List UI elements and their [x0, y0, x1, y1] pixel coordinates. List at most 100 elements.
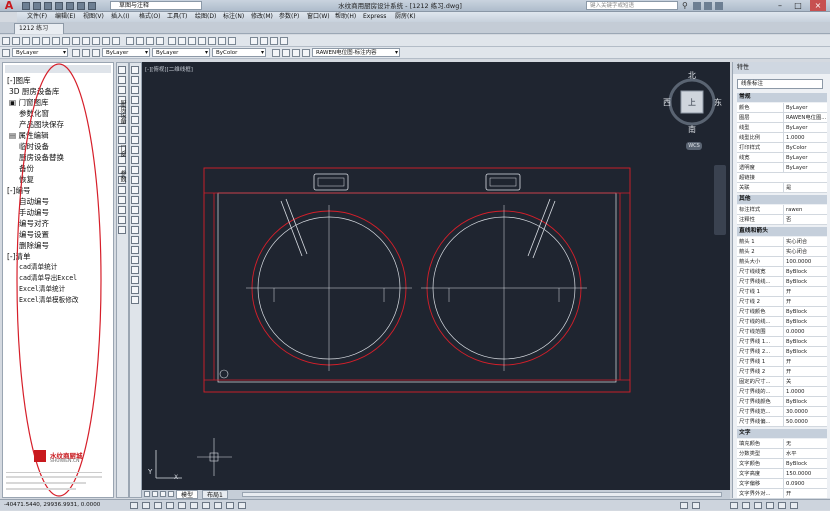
modify-tool-icon[interactable] — [131, 266, 139, 274]
props-value[interactable]: ByLayer — [783, 153, 826, 163]
viewcube-top-label[interactable]: 上 — [688, 97, 696, 108]
prev-tab-icon[interactable] — [152, 491, 158, 497]
print-icon[interactable] — [66, 2, 74, 10]
modify-tool-icon[interactable] — [131, 136, 139, 144]
props-value[interactable]: 实心闭合 — [783, 237, 826, 247]
preview-icon[interactable] — [42, 37, 50, 45]
zoom-window-icon[interactable] — [146, 37, 154, 45]
props-value[interactable]: ByBlock — [783, 307, 826, 317]
document-tab[interactable]: 1212 练习 — [14, 23, 64, 34]
props-row[interactable]: 打印样式 ByColor — [737, 143, 827, 153]
model-space-icon[interactable] — [680, 502, 688, 509]
modify-tool-icon[interactable] — [131, 186, 139, 194]
palette-tab-label[interactable]: 参数 — [117, 170, 127, 190]
draw-tool-icon[interactable] — [118, 86, 126, 94]
props-value[interactable]: 1.0000 — [783, 387, 826, 397]
draw-tool-icon[interactable] — [118, 196, 126, 204]
modify-tool-icon[interactable] — [131, 276, 139, 284]
object-snap-icon[interactable] — [178, 502, 186, 509]
menu-view[interactable]: 视图(V) — [83, 12, 104, 22]
modify-tool-icon[interactable] — [131, 116, 139, 124]
props-section-header[interactable]: 直线和箭头 — [737, 227, 827, 236]
menu-insert[interactable]: 插入(I) — [111, 12, 129, 22]
layer-freeze-icon[interactable] — [282, 49, 290, 57]
draw-tool-icon[interactable] — [118, 76, 126, 84]
modify-tool-icon[interactable] — [131, 86, 139, 94]
props-value[interactable]: 无 — [783, 439, 826, 449]
cut-icon[interactable] — [62, 37, 70, 45]
layer-lock-icon[interactable] — [292, 49, 300, 57]
props-row[interactable]: 文字颜色 ByBlock — [737, 459, 827, 469]
props-value[interactable]: 否 — [783, 215, 826, 225]
color-select[interactable]: ByLayer — [102, 48, 150, 57]
next-tab-icon[interactable] — [160, 491, 166, 497]
menu-parametric[interactable]: 参数(P) — [279, 12, 299, 22]
props-row[interactable]: 尺寸线线宽 ByBlock — [737, 267, 827, 277]
properties-icon[interactable] — [168, 37, 176, 45]
modify-tool-icon[interactable] — [131, 146, 139, 154]
modify-tool-icon[interactable] — [131, 246, 139, 254]
modify-tool-icon[interactable] — [131, 76, 139, 84]
props-value[interactable]: 1.0000 — [783, 133, 826, 143]
props-value[interactable]: ByLayer — [783, 123, 826, 133]
modify-tool-icon[interactable] — [131, 196, 139, 204]
layer-select[interactable]: ByLayer — [12, 48, 68, 57]
props-section-header[interactable]: 其他 — [737, 195, 827, 204]
compass-south[interactable]: 南 — [688, 124, 696, 135]
draw-tool-icon[interactable] — [118, 206, 126, 214]
props-row[interactable]: 箭头大小 100.0000 — [737, 257, 827, 267]
props-row[interactable]: 尺寸界线线... ByBlock — [737, 277, 827, 287]
menu-modify[interactable]: 修改(M) — [251, 12, 273, 22]
props-value[interactable]: ByBlock — [783, 459, 826, 469]
open-icon[interactable] — [12, 37, 20, 45]
props-value[interactable]: ByBlock — [783, 317, 826, 327]
palette-tab-label[interactable]: 厨房设备 — [117, 100, 127, 140]
props-row[interactable]: 尺寸界线 2... ByBlock — [737, 347, 827, 357]
props-row[interactable]: 尺寸界线范... 30.0000 — [737, 407, 827, 417]
save-icon[interactable] — [22, 37, 30, 45]
menu-express[interactable]: Express — [363, 12, 386, 22]
props-row[interactable]: 线宽 ByLayer — [737, 153, 827, 163]
multileader-style-icon[interactable] — [280, 37, 288, 45]
layer-off-icon[interactable] — [302, 49, 310, 57]
menu-window[interactable]: 窗口(W) — [307, 12, 330, 22]
menu-tools[interactable]: 工具(T) — [167, 12, 187, 22]
props-row[interactable]: 尺寸界线 1 开 — [737, 357, 827, 367]
props-row[interactable]: 尺寸界线 2 开 — [737, 367, 827, 377]
palette-tab-label[interactable]: 门窗 — [117, 145, 127, 165]
help-icon[interactable] — [228, 37, 236, 45]
quick-view-icon[interactable] — [692, 502, 700, 509]
menu-file[interactable]: 文件(F) — [27, 12, 47, 22]
grid-display-icon[interactable] — [142, 502, 150, 509]
props-value[interactable]: ByBlock — [783, 347, 826, 357]
props-row[interactable]: 尺寸线 1 开 — [737, 287, 827, 297]
props-row[interactable]: 箭头 1 实心闭合 — [737, 237, 827, 247]
props-row[interactable]: 尺寸界线偏... 50.0000 — [737, 417, 827, 427]
layer-previous-icon[interactable] — [82, 49, 90, 57]
design-center-icon[interactable] — [178, 37, 186, 45]
draw-tool-icon[interactable] — [118, 226, 126, 234]
dim-style-icon[interactable] — [260, 37, 268, 45]
props-row[interactable]: 尺寸线范围 0.0000 — [737, 327, 827, 337]
props-value[interactable]: 100.0000 — [783, 257, 826, 267]
first-tab-icon[interactable] — [144, 491, 150, 497]
undo-icon[interactable] — [102, 37, 110, 45]
props-row[interactable]: 填充颜色 无 — [737, 439, 827, 449]
lock-ui-icon[interactable] — [754, 502, 762, 509]
search-input[interactable]: 键入关键字或短语 — [586, 1, 678, 10]
search-icon[interactable]: ⚲ — [682, 2, 690, 10]
menu-draw[interactable]: 绘图(D) — [195, 12, 216, 22]
props-row[interactable]: 文字高度 150.0000 — [737, 469, 827, 479]
modify-tool-icon[interactable] — [131, 296, 139, 304]
props-row[interactable]: 尺寸界线 1... ByBlock — [737, 337, 827, 347]
props-row[interactable]: 尺寸界线颜色 ByBlock — [737, 397, 827, 407]
quickcalc-icon[interactable] — [218, 37, 226, 45]
props-row[interactable]: 尺寸界线的... 1.0000 — [737, 387, 827, 397]
dynamic-input-icon[interactable] — [214, 502, 222, 509]
polar-tracking-icon[interactable] — [166, 502, 174, 509]
make-current-icon[interactable] — [72, 49, 80, 57]
modify-tool-icon[interactable] — [131, 226, 139, 234]
props-row[interactable]: 颜色 ByLayer — [737, 103, 827, 113]
annotation-scale-icon[interactable] — [730, 502, 738, 509]
help-icon[interactable] — [715, 2, 723, 10]
